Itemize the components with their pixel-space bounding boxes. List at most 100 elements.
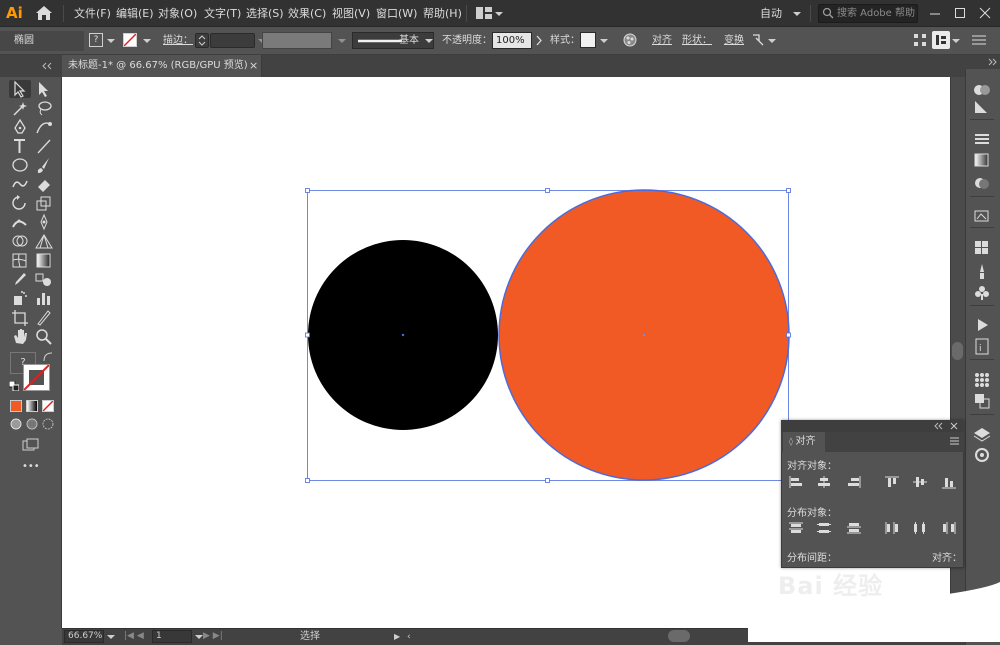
swap-colors-icon[interactable] [43, 352, 53, 362]
zoom-input[interactable]: 66.67% [64, 630, 104, 643]
libraries-panel-icon[interactable] [972, 98, 992, 116]
hand-tool-icon[interactable] [9, 327, 31, 345]
help-search-input[interactable]: 搜索 Adobe 帮助 [818, 4, 918, 23]
menu-item[interactable]: 窗口(W) [376, 0, 417, 27]
distribute-vertical-center-icon[interactable] [816, 521, 832, 535]
align-right-icon[interactable] [846, 475, 862, 489]
chevron-down-icon[interactable] [495, 12, 503, 16]
stroke-label[interactable]: 描边： [163, 27, 193, 55]
variable-width-profile[interactable] [262, 32, 332, 49]
gradient-tool-icon[interactable] [33, 251, 55, 269]
transparency-panel-icon[interactable] [972, 174, 992, 192]
rotate-tool-icon[interactable] [9, 194, 31, 212]
mesh-tool-icon[interactable] [9, 251, 31, 269]
chevron-right-icon[interactable] [535, 35, 543, 46]
graphic-style-swatch[interactable] [580, 32, 596, 48]
stroke-color-box[interactable] [23, 364, 50, 391]
align-left-icon[interactable] [788, 475, 804, 489]
symbol-sprayer-tool-icon[interactable] [9, 289, 31, 307]
panel-options-icon[interactable] [932, 31, 950, 49]
shape-builder-tool-icon[interactable] [9, 232, 31, 250]
curvature-tool-icon[interactable] [33, 118, 55, 136]
artboard-next-buttons[interactable]: ▶ ▶| [203, 631, 229, 642]
shaper-tool-icon[interactable] [9, 175, 31, 193]
arrange-documents-icon[interactable] [476, 7, 492, 19]
align-bottom-icon[interactable] [941, 475, 957, 489]
home-icon[interactable] [35, 5, 53, 21]
chevron-down-icon[interactable] [793, 12, 801, 16]
hscroll-left-arrow[interactable]: ‹ [407, 632, 415, 642]
chevron-down-icon[interactable] [107, 39, 115, 43]
chevron-down-icon[interactable] [425, 39, 433, 43]
default-colors-icon[interactable] [8, 380, 20, 392]
gradient-mode-button[interactable] [26, 400, 38, 412]
chevron-down-icon[interactable] [952, 39, 960, 43]
appearance-panel-icon[interactable] [972, 81, 992, 99]
chevron-down-icon[interactable] [107, 635, 115, 639]
distribute-horizontal-center-icon[interactable] [912, 521, 928, 535]
menu-item[interactable]: 对象(O) [158, 0, 197, 27]
distribute-right-icon[interactable] [941, 521, 957, 535]
chevron-down-icon[interactable] [143, 39, 151, 43]
draw-inside-icon[interactable] [42, 418, 54, 430]
close-window-button[interactable] [970, 0, 1000, 27]
eyedropper-tool-icon[interactable] [9, 270, 31, 288]
color-mode-button[interactable] [10, 400, 22, 412]
status-menu-arrow[interactable]: ▶ [394, 632, 402, 642]
recolor-artwork-icon[interactable] [623, 33, 637, 47]
column-graph-tool-icon[interactable] [33, 289, 55, 307]
tab-align[interactable]: ◊ 对齐 [783, 432, 825, 452]
color-guide-panel-icon[interactable] [972, 446, 992, 464]
fill-swatch[interactable]: ? [89, 33, 103, 47]
pen-tool-icon[interactable] [9, 118, 31, 136]
align-top-icon[interactable] [884, 475, 900, 489]
more-tools-icon[interactable]: ••• [22, 462, 42, 472]
zoom-tool-icon[interactable] [33, 327, 55, 345]
direct-selection-tool-icon[interactable] [33, 80, 55, 98]
image-trace-panel-icon[interactable] [972, 207, 992, 225]
draw-normal-icon[interactable] [10, 418, 22, 430]
align-vertical-center-icon[interactable] [912, 475, 928, 489]
line-tool-icon[interactable] [33, 137, 55, 155]
brush-definition[interactable]: 基本 [352, 32, 434, 49]
shape-link[interactable]: 形状： [682, 27, 712, 55]
document-info-panel-icon[interactable]: i [972, 337, 992, 355]
workspace-switcher[interactable]: 自动 [760, 0, 782, 27]
chevron-down-icon[interactable] [195, 635, 203, 639]
blend-tool-icon[interactable] [33, 270, 55, 288]
opacity-input[interactable]: 100% [492, 32, 532, 49]
layers-panel-icon[interactable] [972, 425, 992, 443]
menu-item[interactable]: 选择(S) [246, 0, 284, 27]
artboard-prev-buttons[interactable]: |◀ ◀ [124, 631, 150, 642]
brushes-panel-icon[interactable] [972, 262, 992, 280]
eraser-tool-icon[interactable] [33, 175, 55, 193]
artboard-tool-icon[interactable] [9, 308, 31, 326]
actions-panel-icon[interactable] [972, 316, 992, 334]
stroke-swatch[interactable] [123, 33, 137, 47]
horizontal-scrollbar-thumb[interactable] [668, 630, 690, 642]
pathfinder-panel-icon[interactable] [972, 370, 992, 388]
width-tool-icon[interactable] [9, 213, 31, 231]
chevron-down-icon[interactable] [338, 39, 346, 43]
isolate-icon[interactable] [913, 33, 927, 47]
magic-wand-tool-icon[interactable] [9, 99, 31, 117]
menu-item[interactable]: 编辑(E) [116, 0, 154, 27]
chevron-down-icon[interactable] [600, 39, 608, 43]
menu-item[interactable]: 文件(F) [74, 0, 111, 27]
transform-link[interactable]: 变换 [724, 27, 744, 55]
artboards-panel-icon[interactable] [972, 391, 992, 409]
menu-item[interactable]: 效果(C) [288, 0, 326, 27]
puppet-warp-tool-icon[interactable] [33, 213, 55, 231]
scrollbar-thumb[interactable] [952, 342, 963, 360]
artboard-number-input[interactable]: 1 [152, 630, 192, 643]
align-panel-titlebar[interactable] [781, 420, 964, 432]
symbols-panel-icon[interactable] [972, 283, 992, 301]
menu-icon[interactable] [970, 33, 988, 47]
align-link[interactable]: 对齐 [652, 27, 672, 55]
stroke-weight-stepper[interactable] [195, 33, 209, 48]
draw-behind-icon[interactable] [26, 418, 38, 430]
stroke-weight-input[interactable] [210, 33, 255, 48]
scale-tool-icon[interactable] [33, 194, 55, 212]
align-horizontal-center-icon[interactable] [816, 475, 832, 489]
ellipse-tool-icon[interactable] [9, 156, 31, 174]
